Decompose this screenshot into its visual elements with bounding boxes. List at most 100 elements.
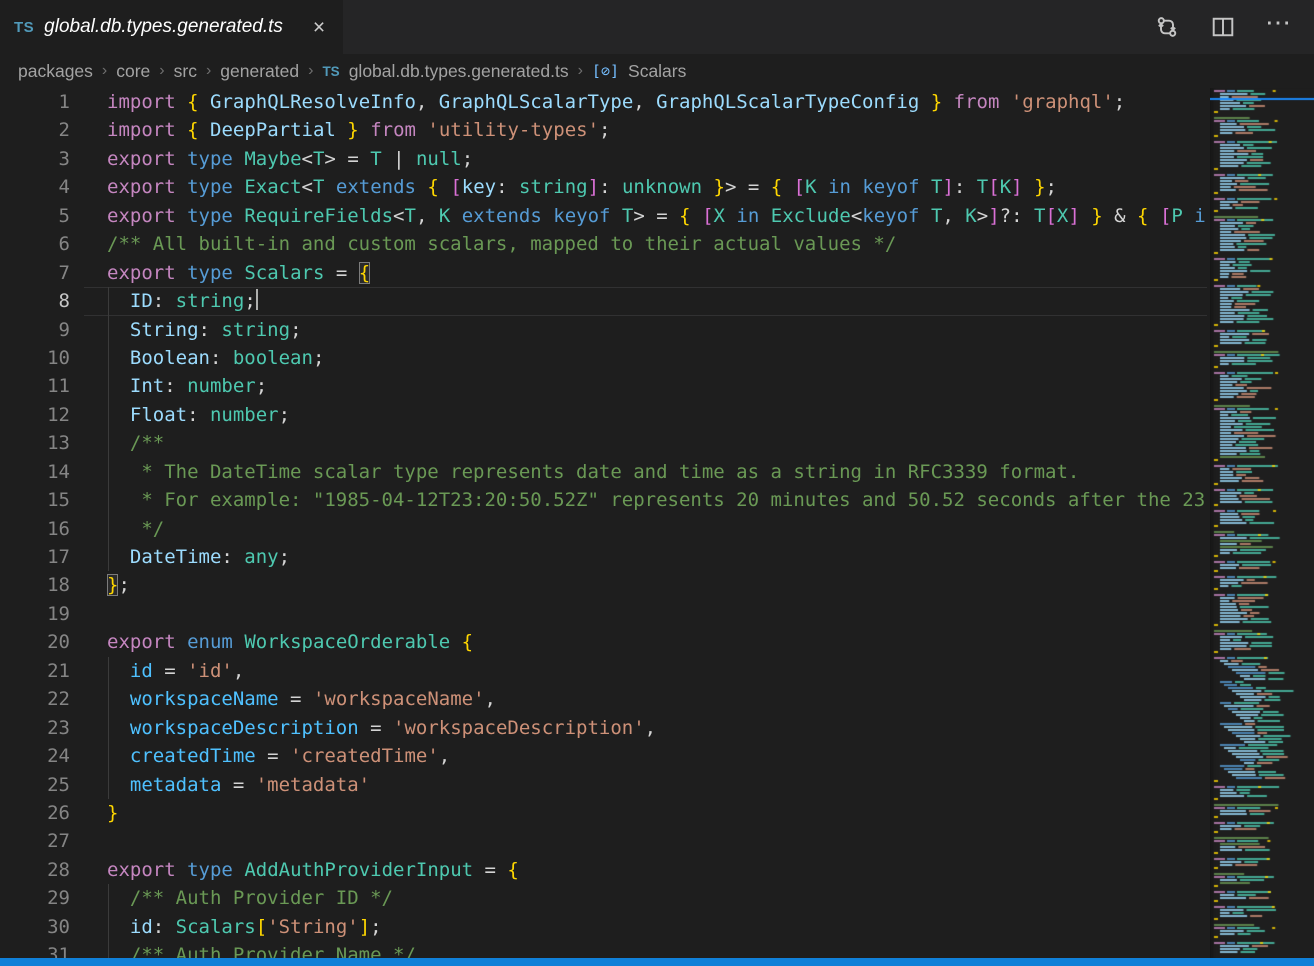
more-actions-icon[interactable]: ⋯ [1266,14,1292,40]
tab-global-db-types[interactable]: TS global.db.types.generated.ts × [0,0,343,54]
line-number: 7 [0,259,70,287]
code-line-30[interactable]: 30 id: Scalars['String']; [0,913,1207,941]
line-number: 13 [0,429,70,457]
code-line-10[interactable]: 10 Boolean: boolean; [0,344,1207,372]
text-cursor [256,289,258,310]
tab-bar: TS global.db.types.generated.ts × [0,0,1314,54]
code-line-29[interactable]: 29 /** Auth Provider ID */ [0,884,1207,912]
line-number: 28 [0,856,70,884]
breadcrumb-item-packages[interactable]: packages [18,61,93,82]
status-bar-strip [0,958,1314,966]
code-line-2[interactable]: 2import { DeepPartial } from 'utility-ty… [0,116,1207,144]
code-line-31[interactable]: 31 /** Auth Provider Name */ [0,941,1207,958]
line-number: 12 [0,401,70,429]
breadcrumb-item-src[interactable]: src [174,61,197,82]
close-tab-icon[interactable]: × [309,17,329,38]
code-line-18[interactable]: 18}; [0,571,1207,599]
breadcrumb-separator: › [206,62,211,80]
code-line-25[interactable]: 25 metadata = 'metadata' [0,771,1207,799]
code-line-3[interactable]: 3export type Maybe<T> = T | null; [0,145,1207,173]
code-text: String: string; [107,316,302,344]
line-number: 20 [0,628,70,656]
breadcrumb-separator: › [159,62,164,80]
code-text: /** [107,429,164,457]
code-text: */ [107,515,164,543]
typescript-file-icon: TS [322,64,339,79]
code-text: export type Exact<T extends { [key: stri… [107,173,1057,201]
line-number: 25 [0,771,70,799]
code-line-17[interactable]: 17 DateTime: any; [0,543,1207,571]
code-text: metadata = 'metadata' [107,771,370,799]
line-number: 19 [0,600,70,628]
line-number: 6 [0,230,70,258]
line-number: 14 [0,458,70,486]
breadcrumb: packages › core › src › generated › TS global.db.… [0,54,1314,88]
code-line-6[interactable]: 6 /** All built-in and custom scalars, ma… [0,230,1207,258]
code-text: import { GraphQLResolveInfo, GraphQLScal… [107,88,1125,116]
line-number: 2 [0,116,70,144]
code-line-23[interactable]: 23 workspaceDescription = 'workspaceDesc… [0,714,1207,742]
code-text: }; [107,571,130,599]
code-text: /** Auth Provider ID */ [107,884,393,912]
code-text: } [107,799,118,827]
split-editor-icon[interactable] [1210,14,1236,40]
code-line-12[interactable]: 12 Float: number; [0,401,1207,429]
code-line-15[interactable]: 15 * For example: "1985-04-12T23:20:50.5… [0,486,1207,514]
code-line-28[interactable]: 28 export type AddAuthProviderInput = { [0,856,1207,884]
line-number: 16 [0,515,70,543]
code-line-19[interactable]: 19 [0,600,1207,628]
breadcrumb-separator: › [308,62,313,80]
breadcrumb-item-core[interactable]: core [116,61,150,82]
line-number: 17 [0,543,70,571]
code-line-16[interactable]: 16 */ [0,515,1207,543]
code-text: export type RequireFields<T, K extends k… [107,202,1206,230]
line-number: 5 [0,202,70,230]
breadcrumb-separator: › [578,62,583,80]
line-number: 3 [0,145,70,173]
code-text: workspaceDescription = 'workspaceDescrip… [107,714,656,742]
breadcrumb-item-symbol[interactable]: Scalars [628,61,686,82]
line-number: 29 [0,884,70,912]
code-line-26[interactable]: 26} [0,799,1207,827]
line-number: 8 [0,287,70,315]
breadcrumb-item-file[interactable]: global.db.types.generated.ts [349,61,569,82]
line-number: 18 [0,571,70,599]
code-line-5[interactable]: 5 export type RequireFields<T, K extends … [0,202,1207,230]
code-line-11[interactable]: 11 Int: number; [0,372,1207,400]
minimap[interactable] [1210,88,1314,958]
code-text: Boolean: boolean; [107,344,324,372]
code-line-21[interactable]: 21 id = 'id', [0,657,1207,685]
breadcrumb-item-generated[interactable]: generated [220,61,299,82]
breadcrumb-separator: › [102,62,107,80]
line-number: 24 [0,742,70,770]
vscode-window: TS global.db.types.generated.ts × [0,0,1314,966]
minimap-canvas[interactable] [1210,88,1314,958]
line-number: 4 [0,173,70,201]
code-text: createdTime = 'createdTime', [107,742,450,770]
line-number: 1 [0,88,70,116]
code-text: export enum WorkspaceOrderable { [107,628,473,656]
code-line-9[interactable]: 9 String: string; [0,316,1207,344]
code-text: export type AddAuthProviderInput = { [107,856,519,884]
code-line-7[interactable]: 7 export type Scalars = { [0,259,1207,287]
compare-changes-icon[interactable] [1154,14,1180,40]
code-text: export type Scalars = { [107,259,370,287]
code-line-13[interactable]: 13 /** [0,429,1207,457]
code-line-4[interactable]: 4 export type Exact<T extends { [key: str… [0,173,1207,201]
typescript-file-icon: TS [14,19,34,36]
code-line-20[interactable]: 20 export enum WorkspaceOrderable { [0,628,1207,656]
code-text: /** All built-in and custom scalars, map… [107,230,896,258]
code-line-14[interactable]: 14 * The DateTime scalar type represents… [0,458,1207,486]
symbol-type-icon: [⊘] [592,62,619,80]
code-line-8[interactable]: 8 ID: string; [0,287,1207,315]
line-number: 23 [0,714,70,742]
code-text: * The DateTime scalar type represents da… [107,458,1079,486]
code-editor[interactable]: 1 import { GraphQLResolveInfo, GraphQLSca… [0,88,1207,958]
code-text: DateTime: any; [107,543,290,571]
code-text: * For example: "1985-04-12T23:20:50.52Z"… [107,486,1205,514]
code-line-1[interactable]: 1 import { GraphQLResolveInfo, GraphQLSca… [0,88,1207,116]
code-text: Int: number; [107,372,267,400]
code-line-27[interactable]: 27 [0,827,1207,855]
code-line-22[interactable]: 22 workspaceName = 'workspaceName', [0,685,1207,713]
code-line-24[interactable]: 24 createdTime = 'createdTime', [0,742,1207,770]
